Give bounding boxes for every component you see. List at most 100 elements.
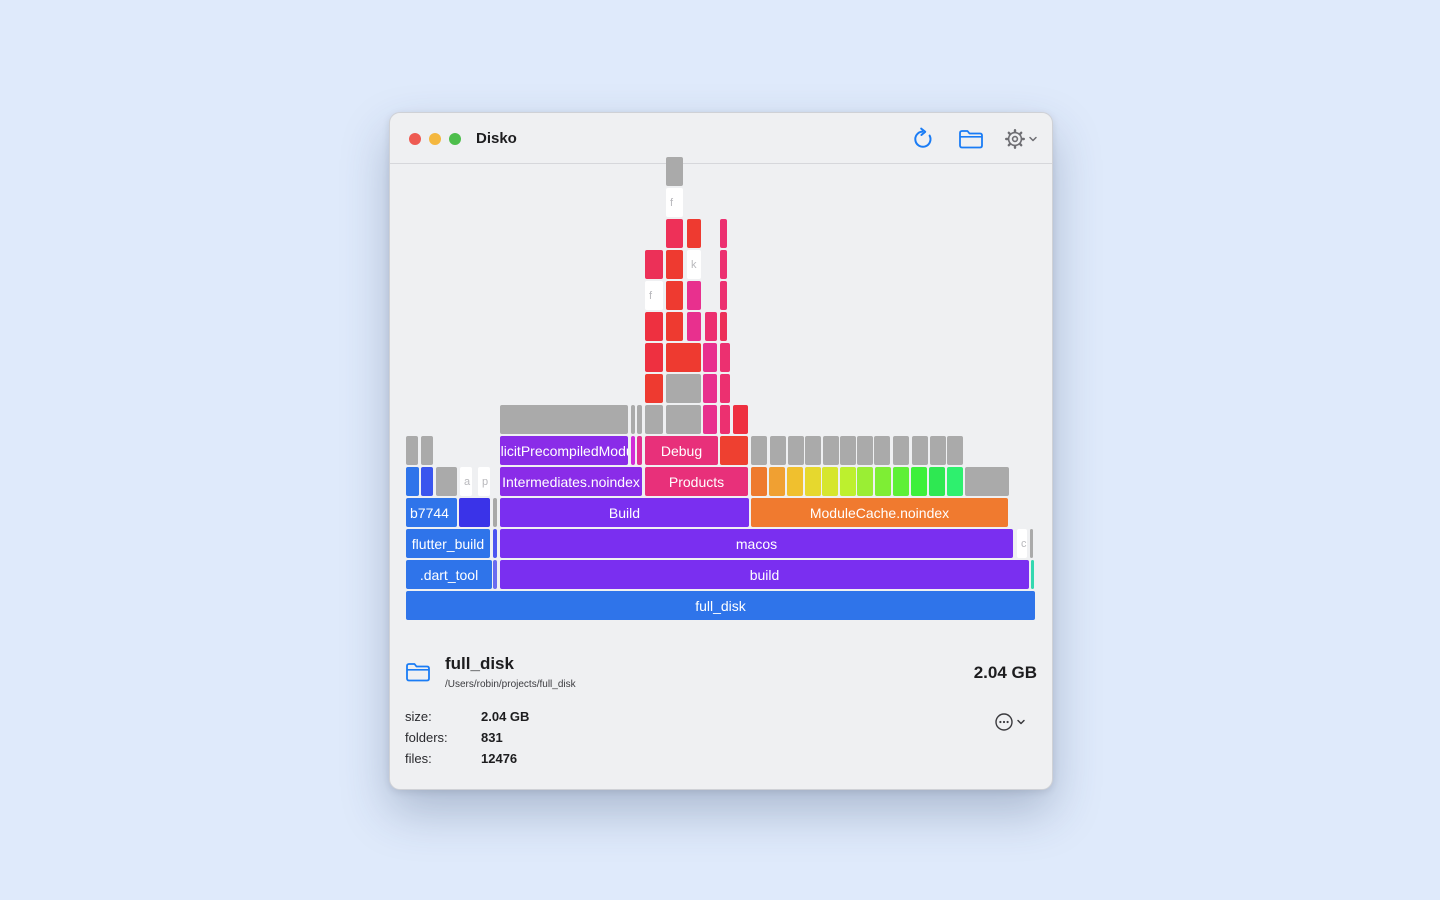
flame-segment-a[interactable]: a xyxy=(460,467,472,496)
flame-segment[interactable] xyxy=(720,374,730,403)
flame-segment[interactable] xyxy=(645,250,663,279)
flame-segment-c[interactable]: c xyxy=(1017,529,1027,558)
flame-segment[interactable] xyxy=(703,374,717,403)
flame-segment[interactable] xyxy=(751,436,767,465)
flame-segment[interactable] xyxy=(493,529,497,558)
flame-segment[interactable] xyxy=(687,219,701,248)
flame-segment[interactable] xyxy=(947,467,963,496)
flame-segment[interactable] xyxy=(703,405,717,434)
flame-segment[interactable] xyxy=(769,467,785,496)
flame-segment[interactable] xyxy=(965,467,1009,496)
flame-segment[interactable] xyxy=(822,467,838,496)
flame-segment[interactable] xyxy=(720,250,727,279)
flame-segment[interactable] xyxy=(687,281,701,310)
flame-segment[interactable] xyxy=(1030,529,1033,558)
flame-segment[interactable] xyxy=(788,436,804,465)
flame-segment[interactable] xyxy=(1031,560,1034,589)
flame-segment[interactable] xyxy=(720,343,730,372)
flame-segment[interactable] xyxy=(840,467,856,496)
flame-segment[interactable] xyxy=(637,436,642,465)
flame-segment[interactable] xyxy=(893,436,909,465)
app-window: Disko full_disk .dart_tool build flutter… xyxy=(389,112,1053,790)
flame-segment[interactable] xyxy=(805,467,821,496)
flame-segment[interactable] xyxy=(857,467,873,496)
flame-segment[interactable] xyxy=(893,467,909,496)
folder-icon xyxy=(406,663,430,682)
flame-segment[interactable] xyxy=(500,405,628,434)
flame-segment-f[interactable]: f xyxy=(645,281,663,310)
flame-segment[interactable] xyxy=(645,343,663,372)
flame-segment[interactable] xyxy=(666,281,683,310)
flame-segment-products[interactable]: Products xyxy=(645,467,748,496)
flame-segment-explicitprecompiledmodules[interactable]: ExplicitPrecompiledModules xyxy=(500,436,628,465)
flame-segment[interactable] xyxy=(645,405,663,434)
flame-segment[interactable] xyxy=(805,436,821,465)
zoom-window-button[interactable] xyxy=(449,133,461,145)
flame-segment[interactable] xyxy=(666,374,701,403)
flame-chart: full_disk .dart_tool build flutter_build mac… xyxy=(390,157,1052,634)
flame-segment[interactable] xyxy=(631,405,635,434)
stat-files-label: files: xyxy=(405,751,432,766)
refresh-button[interactable] xyxy=(910,125,938,153)
flame-segment[interactable] xyxy=(947,436,963,465)
flame-segment[interactable] xyxy=(421,467,433,496)
flame-segment[interactable] xyxy=(720,436,748,465)
flame-segment[interactable] xyxy=(823,436,839,465)
flame-segment[interactable] xyxy=(645,312,663,341)
flame-segment-b7744[interactable]: b7744 xyxy=(406,498,457,527)
flame-segment-modulecache-noindex[interactable]: ModuleCache.noindex xyxy=(751,498,1008,527)
flame-segment[interactable] xyxy=(720,312,727,341)
flame-segment[interactable] xyxy=(459,498,490,527)
flame-segment[interactable] xyxy=(493,560,497,589)
flame-segment[interactable] xyxy=(406,436,418,465)
flame-segment[interactable] xyxy=(840,436,856,465)
flame-segment-full-disk[interactable]: full_disk xyxy=(406,591,1035,620)
open-folder-button[interactable] xyxy=(956,125,986,153)
flame-segment[interactable] xyxy=(666,250,683,279)
flame-segment-flutter-build[interactable]: flutter_build xyxy=(406,529,490,558)
flame-segment[interactable] xyxy=(912,436,928,465)
flame-segment[interactable] xyxy=(929,467,945,496)
flame-segment-k[interactable]: k xyxy=(687,250,701,279)
flame-segment[interactable] xyxy=(703,343,717,372)
flame-segment[interactable] xyxy=(787,467,803,496)
flame-segment[interactable] xyxy=(687,312,701,341)
flame-segment[interactable] xyxy=(733,405,748,434)
flame-segment-f[interactable]: f xyxy=(666,188,683,217)
flame-segment[interactable] xyxy=(666,343,701,372)
flame-segment[interactable] xyxy=(751,467,767,496)
flame-segment-macos[interactable]: macos xyxy=(500,529,1013,558)
flame-segment[interactable] xyxy=(720,219,727,248)
flame-segment[interactable] xyxy=(436,467,457,496)
flame-segment[interactable] xyxy=(874,436,890,465)
flame-segment[interactable] xyxy=(705,312,717,341)
flame-segment[interactable] xyxy=(720,281,727,310)
flame-segment[interactable] xyxy=(631,436,635,465)
flame-segment[interactable] xyxy=(666,157,683,186)
flame-segment[interactable] xyxy=(493,498,497,527)
flame-segment-dart-tool[interactable]: .dart_tool xyxy=(406,560,492,589)
flame-segment[interactable] xyxy=(720,405,730,434)
settings-menu-button[interactable] xyxy=(1002,125,1040,153)
flame-segment-build[interactable]: Build xyxy=(500,498,749,527)
close-window-button[interactable] xyxy=(409,133,421,145)
flame-segment[interactable] xyxy=(637,405,642,434)
flame-segment[interactable] xyxy=(666,405,701,434)
flame-segment[interactable] xyxy=(421,436,433,465)
flame-segment[interactable] xyxy=(666,219,683,248)
flame-segment-build[interactable]: build xyxy=(500,560,1029,589)
more-actions-button[interactable] xyxy=(994,710,1026,734)
flame-segment[interactable] xyxy=(770,436,786,465)
minimize-window-button[interactable] xyxy=(429,133,441,145)
flame-segment-debug[interactable]: Debug xyxy=(645,436,718,465)
flame-segment[interactable] xyxy=(930,436,946,465)
flame-segment[interactable] xyxy=(406,467,419,496)
flame-segment[interactable] xyxy=(875,467,891,496)
flame-segment-p[interactable]: p xyxy=(478,467,490,496)
flame-segment[interactable] xyxy=(857,436,873,465)
selected-folder-name: full_disk xyxy=(445,654,514,673)
flame-segment[interactable] xyxy=(911,467,927,496)
flame-segment-intermediates-noindex[interactable]: Intermediates.noindex xyxy=(500,467,642,496)
flame-segment[interactable] xyxy=(645,374,663,403)
flame-segment[interactable] xyxy=(666,312,683,341)
